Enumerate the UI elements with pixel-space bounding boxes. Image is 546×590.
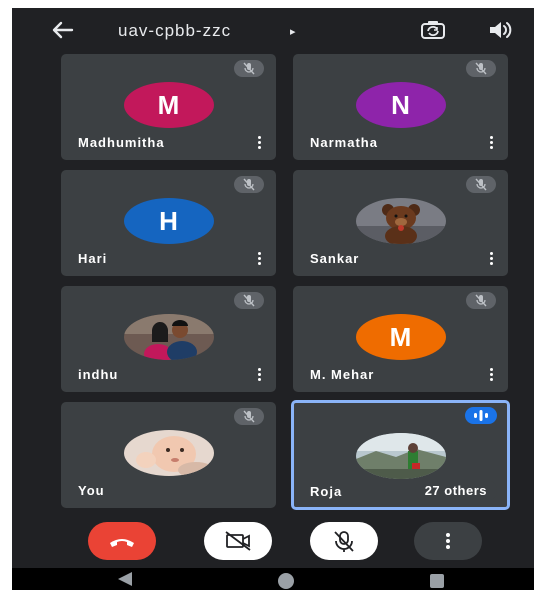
mic-off-icon [234, 176, 264, 193]
scenery-photo-avatar [355, 433, 446, 479]
avatar: N [355, 82, 446, 128]
couple-photo-avatar [123, 314, 214, 360]
mic-off-icon [466, 60, 496, 77]
others-count-badge[interactable]: 27 others [414, 480, 497, 501]
mic-off-icon [234, 60, 264, 77]
avatar-initial: M [389, 322, 412, 352]
participant-tile-active-speaker[interactable]: Roja 27 others [291, 400, 510, 510]
mic-toggle-button[interactable] [310, 522, 378, 560]
meeting-code[interactable]: uav-cpbb-zzc [118, 21, 231, 41]
avatar-initial: M [157, 90, 180, 120]
participant-name: M. Mehar [310, 367, 375, 382]
participant-tile[interactable]: M Madhumitha [61, 54, 276, 160]
participant-tile[interactable]: Sankar [293, 170, 508, 276]
avatar: M [123, 82, 214, 128]
participant-tile[interactable]: H Hari [61, 170, 276, 276]
participant-name: Roja [310, 484, 343, 499]
more-vert-icon[interactable] [486, 134, 496, 152]
camera-off-icon [225, 531, 251, 551]
mic-off-icon [466, 176, 496, 193]
mic-off-icon [466, 292, 496, 309]
avatar: H [123, 198, 214, 244]
teddy-bear-avatar [355, 198, 446, 244]
system-nav-bar [12, 568, 534, 590]
participant-tile[interactable]: indhu [61, 286, 276, 392]
nav-home-icon[interactable] [278, 573, 294, 589]
participant-tile[interactable]: M M. Mehar [293, 286, 508, 392]
speaker-icon[interactable] [486, 18, 514, 42]
participant-name: indhu [78, 367, 119, 382]
avatar: M [355, 314, 446, 360]
more-vert-icon[interactable] [254, 134, 264, 152]
participant-name: Narmatha [310, 135, 378, 150]
mic-off-icon [234, 408, 264, 425]
camera-toggle-button[interactable] [204, 522, 272, 560]
participant-name: Madhumitha [78, 135, 165, 150]
mic-off-icon [234, 292, 264, 309]
meet-screen: uav-cpbb-zzc ▸ M Madhumitha N Narmatha H… [12, 8, 534, 590]
nav-recents-icon[interactable] [430, 574, 444, 588]
end-call-button[interactable] [88, 522, 156, 560]
more-vert-icon[interactable] [486, 250, 496, 268]
more-vert-icon[interactable] [254, 250, 264, 268]
nav-back-icon[interactable] [118, 572, 132, 586]
participant-tile[interactable]: N Narmatha [293, 54, 508, 160]
more-options-button[interactable] [414, 522, 482, 560]
participant-name: Hari [78, 251, 108, 266]
top-bar: uav-cpbb-zzc ▸ [12, 8, 534, 52]
more-vert-icon[interactable] [486, 366, 496, 384]
avatar-initial: N [391, 90, 410, 120]
more-vert-icon[interactable] [254, 366, 264, 384]
switch-camera-icon[interactable] [419, 18, 447, 42]
mic-off-icon [334, 531, 354, 552]
participant-name: Sankar [310, 251, 360, 266]
back-arrow-icon[interactable] [50, 18, 76, 42]
baby-photo-avatar [123, 430, 214, 476]
participant-name: You [78, 483, 105, 498]
end-call-icon [110, 539, 134, 547]
participant-tile-self[interactable]: You [61, 402, 276, 508]
meeting-info-caret-icon[interactable]: ▸ [290, 25, 296, 38]
more-vert-icon [446, 533, 450, 549]
avatar-initial: H [159, 206, 178, 236]
speaking-indicator-icon [465, 407, 497, 424]
